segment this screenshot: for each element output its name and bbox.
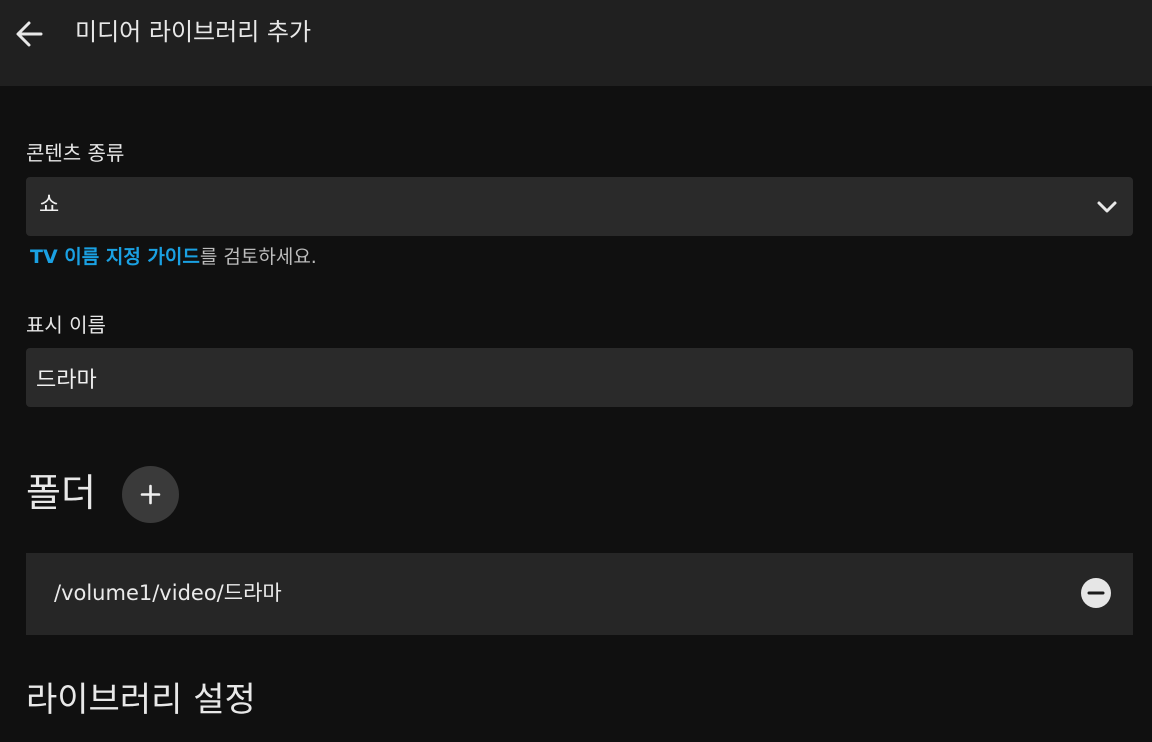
naming-guide-suffix: 를 검토하세요. (199, 246, 317, 268)
plus-icon (140, 484, 161, 505)
display-name-input[interactable] (26, 348, 1133, 407)
folders-title: 폴더 (26, 471, 96, 515)
tv-naming-guide-link[interactable]: TV 이름 지정 가이드 (30, 246, 200, 268)
chevron-down-icon (1097, 201, 1117, 213)
display-name-label: 표시 이름 (26, 313, 106, 337)
add-folder-button[interactable] (122, 466, 179, 523)
remove-folder-button[interactable] (1080, 577, 1112, 609)
arrow-left-icon (16, 21, 43, 47)
top-bar: 미디어 라이브러리 추가 (0, 0, 1152, 86)
folder-path: /volume1/video/드라마 (54, 581, 282, 605)
folder-list-item: /volume1/video/드라마 (26, 553, 1133, 635)
content-type-selected-value: 쇼 (39, 193, 60, 218)
naming-guide-help: TV 이름 지정 가이드를 검토하세요. (30, 244, 317, 270)
minus-circle-icon (1081, 578, 1111, 608)
display-name-field[interactable] (26, 348, 1133, 407)
content-type-select[interactable]: 쇼 (26, 177, 1133, 236)
back-button[interactable] (10, 14, 50, 54)
content-type-label: 콘텐츠 종류 (26, 141, 125, 165)
library-settings-title: 라이브러리 설정 (26, 680, 256, 720)
page-title: 미디어 라이브러리 추가 (75, 18, 312, 46)
